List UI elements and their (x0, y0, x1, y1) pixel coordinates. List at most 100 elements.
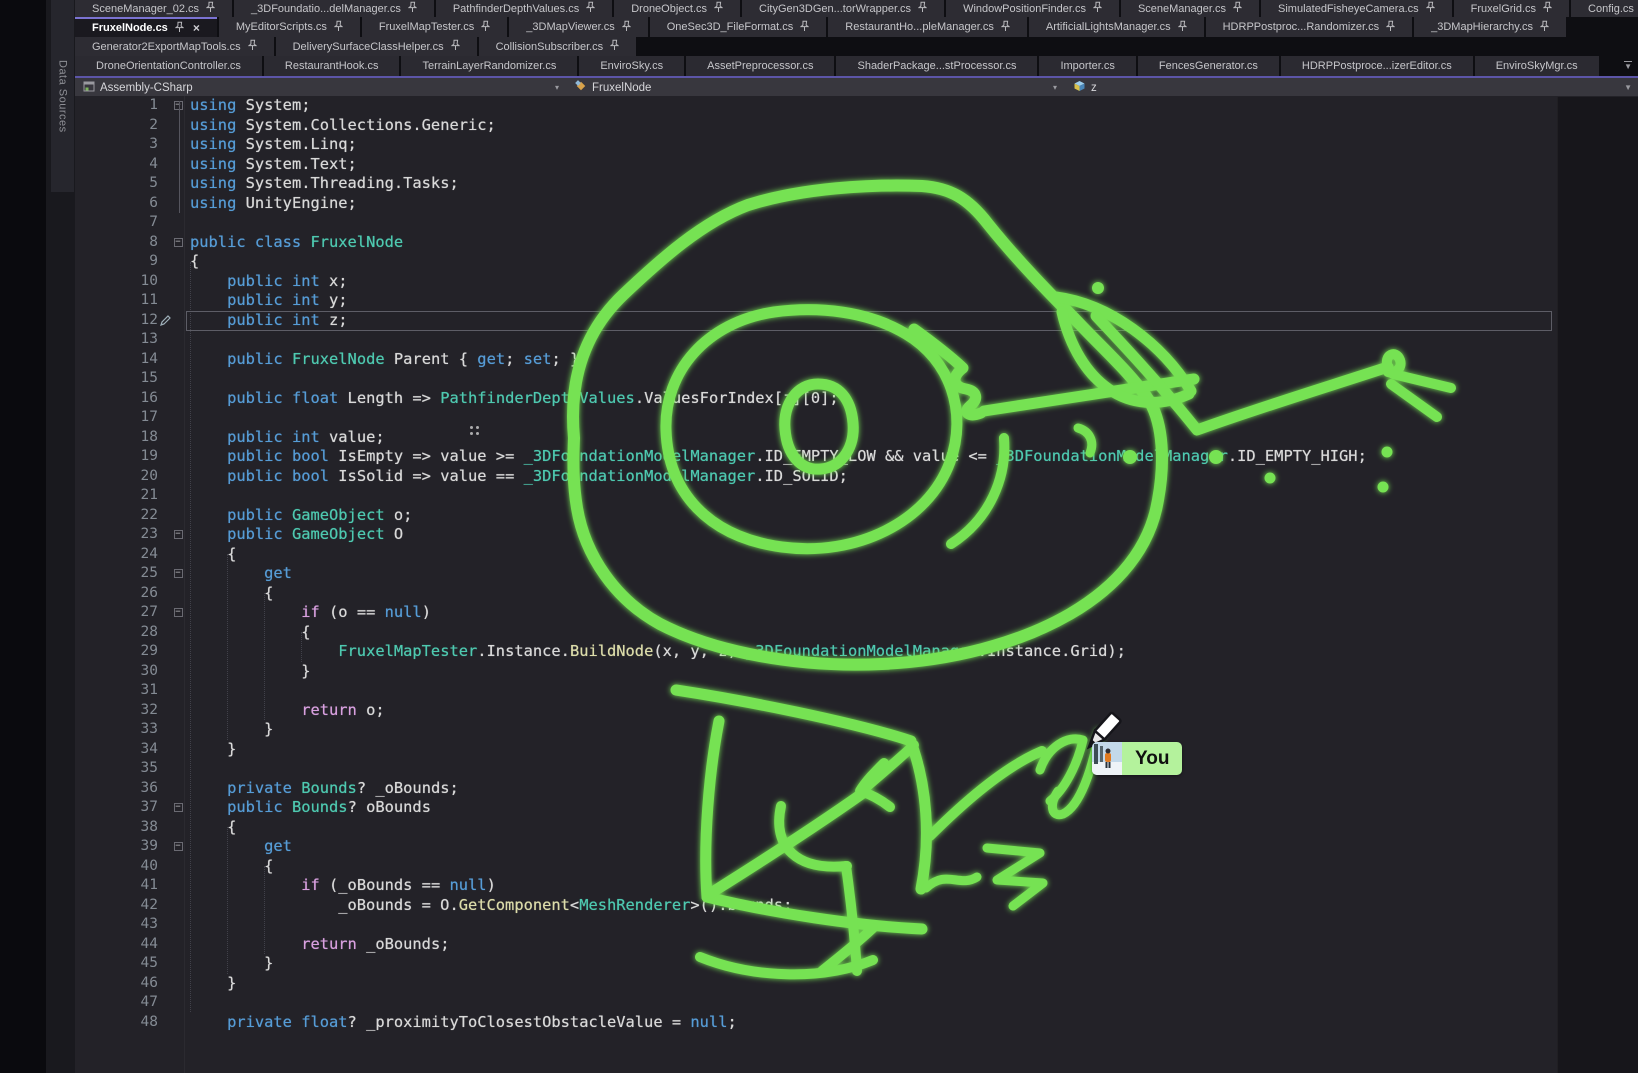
chevron-down-icon[interactable]: ▾ (1053, 83, 1057, 92)
pin-icon[interactable] (1001, 20, 1010, 35)
code-line-11[interactable]: 11 public int y; (75, 291, 1638, 311)
pin-icon[interactable] (714, 1, 723, 16)
code-line-48[interactable]: 48 private float? _proximityToClosestObs… (75, 1013, 1638, 1033)
code-line-26[interactable]: 26 { (75, 584, 1638, 604)
tab-deliverysurfaceclasshelper-cs[interactable]: DeliverySurfaceClassHelper.cs (276, 37, 477, 56)
code-line-30[interactable]: 30 } (75, 662, 1638, 682)
breadcrumb-member[interactable]: z (1065, 78, 1638, 97)
pin-icon[interactable] (175, 21, 184, 36)
tab-shaderpackage-stprocessor-cs[interactable]: ShaderPackage...stProcessor.cs (836, 56, 1037, 76)
pin-icon[interactable] (408, 1, 417, 16)
code-line-31[interactable]: 31 (75, 681, 1638, 701)
breadcrumb-project[interactable]: Assembly-CSharp ▾ (75, 78, 567, 97)
code-line-45[interactable]: 45 } (75, 954, 1638, 974)
pin-icon[interactable] (1543, 1, 1552, 16)
tab-hdrppostproce-izereditor-cs[interactable]: HDRPPostproce...izerEditor.cs (1281, 56, 1473, 76)
code-line-12[interactable]: 12 public int z; (75, 311, 1638, 331)
tab-envirosky-cs[interactable]: EnviroSky.cs (579, 56, 684, 76)
pin-icon[interactable] (248, 39, 257, 54)
sidebar-tab-data-sources[interactable]: Data Sources (51, 0, 74, 192)
code-line-29[interactable]: 29 FruxelMapTester.Instance.BuildNode(x,… (75, 642, 1638, 662)
code-line-37[interactable]: 37− public Bounds? oBounds (75, 798, 1638, 818)
code-line-38[interactable]: 38 { (75, 818, 1638, 838)
tab-overflow-icon[interactable]: ▼ (1624, 61, 1632, 71)
code-line-22[interactable]: 22 public GameObject o; (75, 506, 1638, 526)
tab-hdrppostproc-randomizer-cs[interactable]: HDRPPostproc...Randomizer.cs (1206, 17, 1413, 37)
pin-icon[interactable] (481, 20, 490, 35)
code-line-4[interactable]: 4using System.Text; (75, 155, 1638, 175)
tab-importer-cs[interactable]: Importer.cs (1039, 56, 1135, 76)
code-line-9[interactable]: 9{ (75, 252, 1638, 272)
tab-fencesgenerator-cs[interactable]: FencesGenerator.cs (1138, 56, 1279, 76)
tab-enviroskymgr-cs[interactable]: EnviroSkyMgr.cs (1475, 56, 1599, 76)
tab-pathfinderdepthvalues-cs[interactable]: PathfinderDepthValues.cs (436, 0, 612, 17)
code-line-24[interactable]: 24 { (75, 545, 1638, 565)
tab-scenemanager-cs[interactable]: SceneManager.cs (1121, 0, 1259, 17)
code-line-7[interactable]: 7 (75, 213, 1638, 233)
tab--3dmapviewer-cs[interactable]: _3DMapViewer.cs (509, 17, 647, 37)
tab--3dmaphierarchy-cs[interactable]: _3DMapHierarchy.cs (1414, 17, 1566, 37)
code-line-18[interactable]: 18 public int value; (75, 428, 1638, 448)
pin-icon[interactable] (1540, 20, 1549, 35)
tab-terrainlayerrandomizer-cs[interactable]: TerrainLayerRandomizer.cs (401, 56, 577, 76)
code-line-15[interactable]: 15 (75, 369, 1638, 389)
pin-icon[interactable] (610, 39, 619, 54)
code-line-34[interactable]: 34 } (75, 740, 1638, 760)
chevron-down-icon[interactable]: ▾ (555, 83, 559, 92)
breadcrumb-overflow-icon[interactable]: ▼ (1624, 83, 1632, 92)
code-line-3[interactable]: 3using System.Linq; (75, 135, 1638, 155)
code-line-42[interactable]: 42 _oBounds = O.GetComponent<MeshRendere… (75, 896, 1638, 916)
tab-citygen3dgen-torwrapper-cs[interactable]: CityGen3DGen...torWrapper.cs (742, 0, 944, 17)
code-line-27[interactable]: 27− if (o == null) (75, 603, 1638, 623)
tab-droneorientationcontroller-cs[interactable]: DroneOrientationController.cs (75, 56, 262, 76)
tab-simulatedfisheyecamera-cs[interactable]: SimulatedFisheyeCamera.cs (1261, 0, 1452, 17)
code-editor[interactable]: 1−using System;2using System.Collections… (75, 96, 1638, 1073)
scrollbar-column[interactable] (1557, 97, 1638, 1073)
code-line-14[interactable]: 14 public FruxelNode Parent { get; set; … (75, 350, 1638, 370)
close-icon[interactable]: × (193, 21, 200, 35)
pin-icon[interactable] (800, 20, 809, 35)
tab-myeditorscripts-cs[interactable]: MyEditorScripts.cs (219, 17, 360, 37)
code-line-44[interactable]: 44 return _oBounds; (75, 935, 1638, 955)
tab-fruxelnode-cs[interactable]: FruxelNode.cs× (75, 17, 217, 37)
code-line-21[interactable]: 21 (75, 486, 1638, 506)
code-line-28[interactable]: 28 { (75, 623, 1638, 643)
code-line-17[interactable]: 17 (75, 408, 1638, 428)
code-line-43[interactable]: 43 (75, 915, 1638, 935)
tab-onesec3d-fileformat-cs[interactable]: OneSec3D_FileFormat.cs (650, 17, 827, 37)
code-line-39[interactable]: 39− get (75, 837, 1638, 857)
code-line-46[interactable]: 46 } (75, 974, 1638, 994)
code-line-19[interactable]: 19 public bool IsEmpty => value >= _3DFo… (75, 447, 1638, 467)
pin-icon[interactable] (451, 39, 460, 54)
code-line-35[interactable]: 35 (75, 759, 1638, 779)
breadcrumb-type[interactable]: FruxelNode ▾ (567, 78, 1065, 97)
tab-config-cs[interactable]: Config.cs (1571, 0, 1638, 17)
code-line-20[interactable]: 20 public bool IsSolid => value == _3DFo… (75, 467, 1638, 487)
tab--3dfoundatio-delmanager-cs[interactable]: _3DFoundatio...delManager.cs (234, 0, 434, 17)
pin-icon[interactable] (1386, 20, 1395, 35)
code-line-32[interactable]: 32 return o; (75, 701, 1638, 721)
tab-generator2exportmaptools-cs[interactable]: Generator2ExportMapTools.cs (75, 37, 274, 56)
code-line-41[interactable]: 41 if (_oBounds == null) (75, 876, 1638, 896)
code-line-8[interactable]: 8−public class FruxelNode (75, 233, 1638, 253)
code-line-25[interactable]: 25− get (75, 564, 1638, 584)
tab-assetpreprocessor-cs[interactable]: AssetPreprocessor.cs (686, 56, 834, 76)
tab-scenemanager-02-cs[interactable]: SceneManager_02.cs (75, 0, 232, 17)
tab-fruxelgrid-cs[interactable]: FruxelGrid.cs (1454, 0, 1569, 17)
code-line-10[interactable]: 10 public int x; (75, 272, 1638, 292)
pin-icon[interactable] (1426, 1, 1435, 16)
pin-icon[interactable] (1178, 20, 1187, 35)
tab-restauranthook-cs[interactable]: RestaurantHook.cs (264, 56, 400, 76)
pin-icon[interactable] (1093, 1, 1102, 16)
annotation-grip-icon[interactable] (470, 426, 482, 438)
pin-icon[interactable] (622, 20, 631, 35)
pin-icon[interactable] (1233, 1, 1242, 16)
pin-icon[interactable] (334, 20, 343, 35)
code-line-23[interactable]: 23− public GameObject O (75, 525, 1638, 545)
code-line-1[interactable]: 1−using System; (75, 96, 1638, 116)
tab-windowpositionfinder-cs[interactable]: WindowPositionFinder.cs (946, 0, 1119, 17)
code-line-13[interactable]: 13 (75, 330, 1638, 350)
pin-icon[interactable] (586, 1, 595, 16)
code-line-40[interactable]: 40 { (75, 857, 1638, 877)
code-line-47[interactable]: 47 (75, 993, 1638, 1013)
